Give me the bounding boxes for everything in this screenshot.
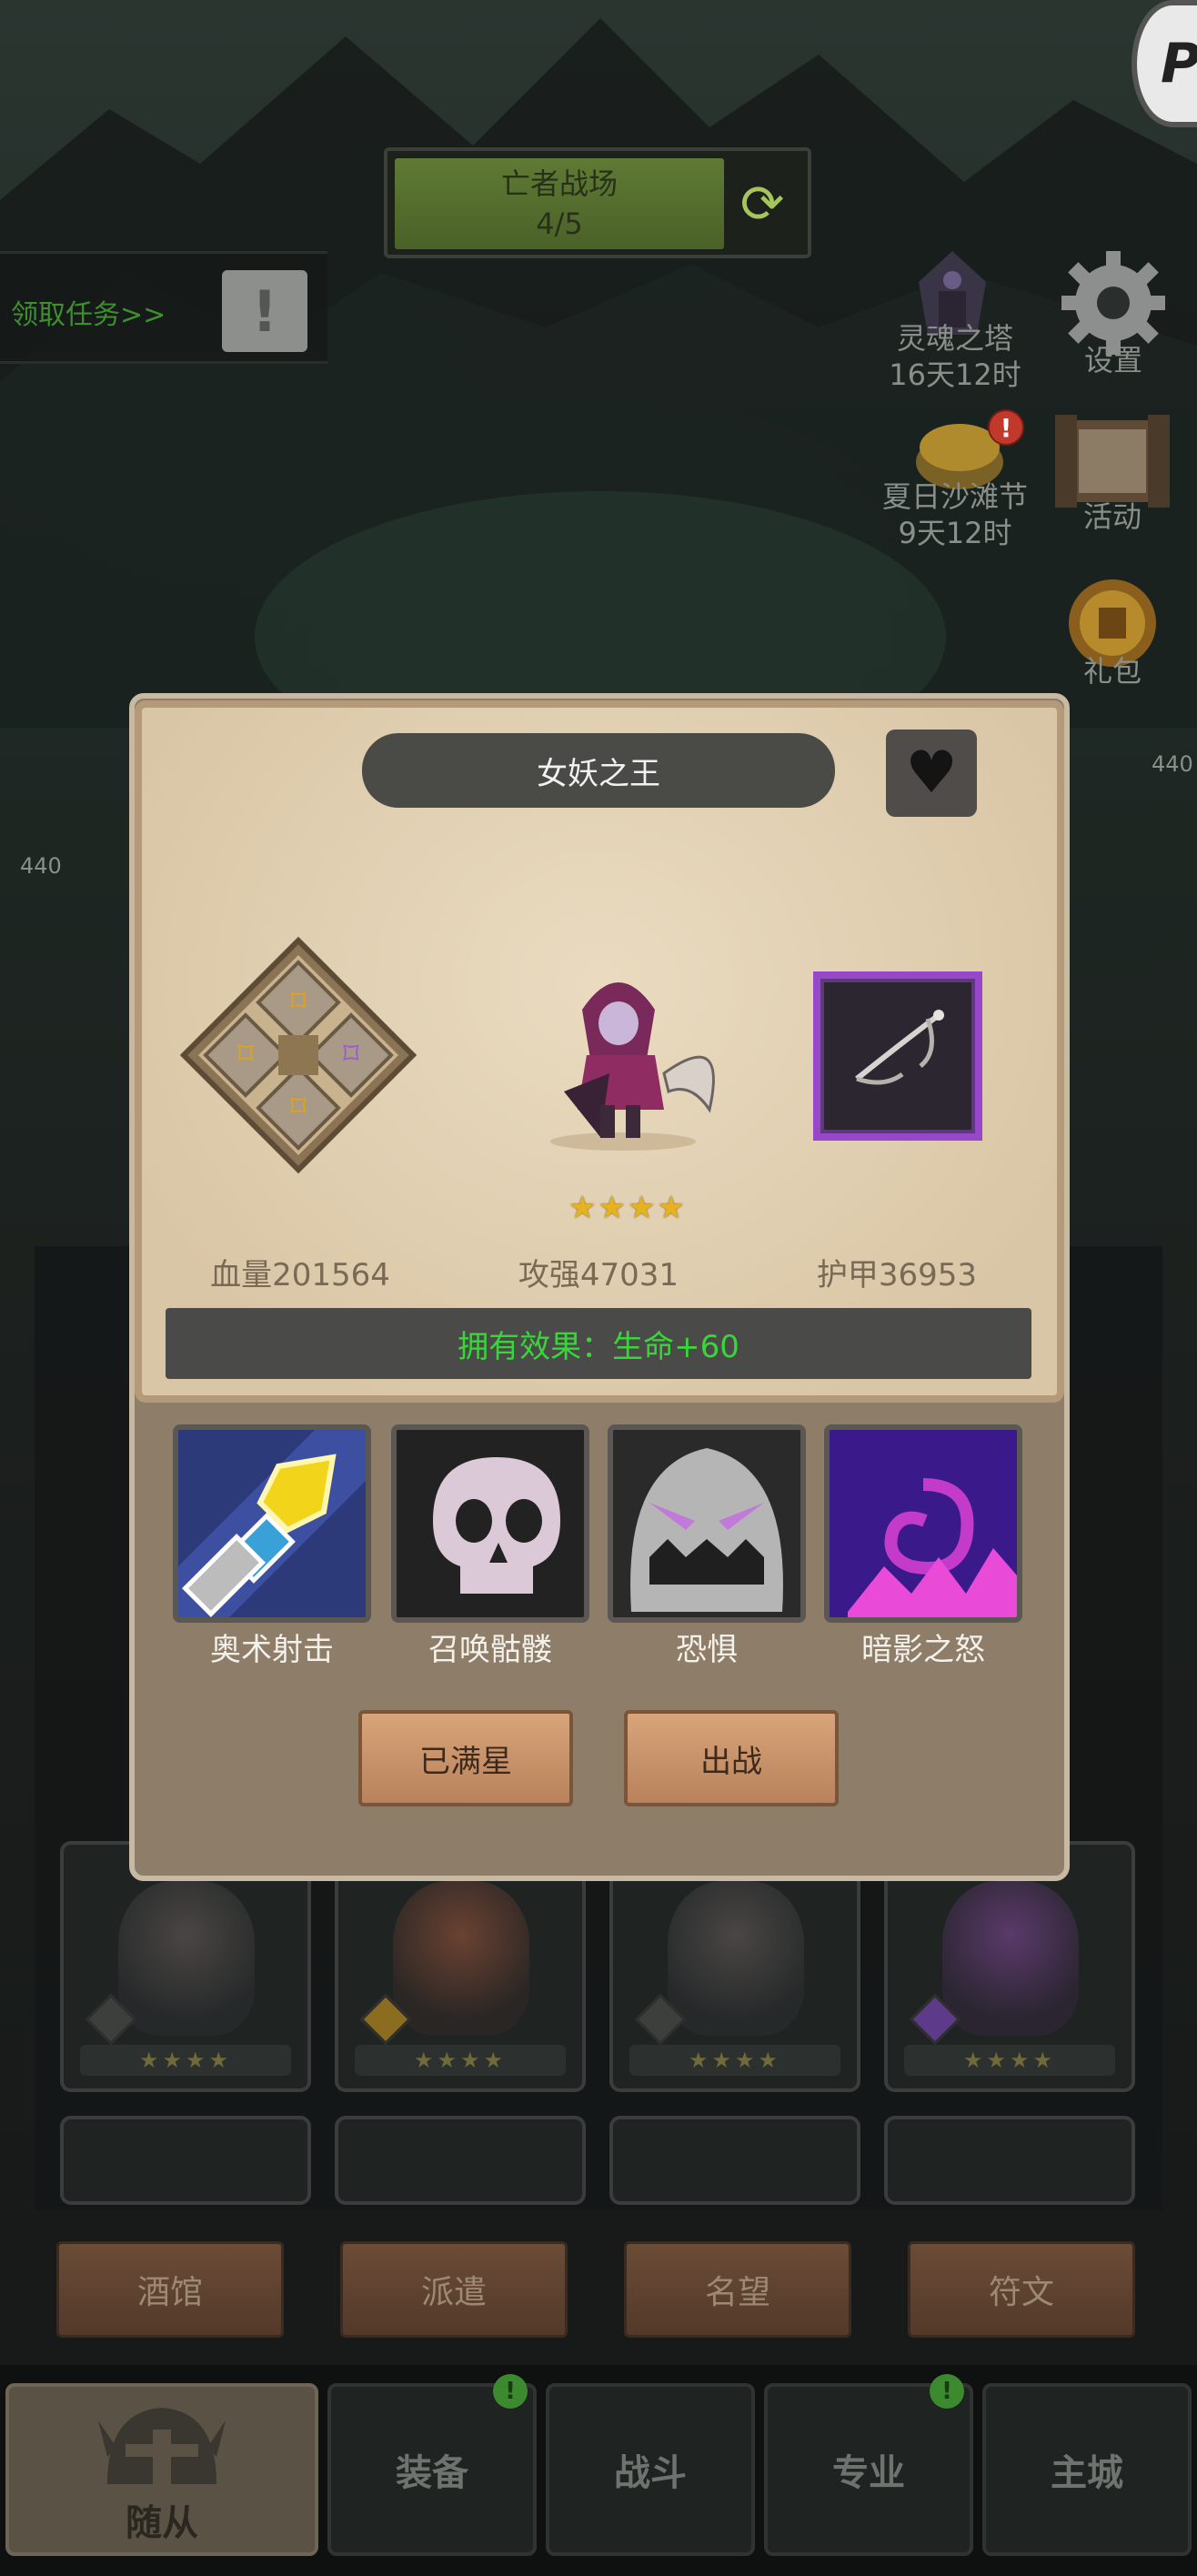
rune-slots[interactable]: ⌑ ⌑ ⌑ ⌑: [178, 935, 418, 1175]
quest-strip[interactable]: 领取任务>> !: [0, 251, 327, 364]
beach-festival-timer: 9天12时: [898, 516, 1012, 550]
battlefield-progress: 亡者战场 4/5: [395, 158, 724, 249]
svg-text:⌑: ⌑: [343, 1036, 359, 1072]
hero-card[interactable]: [60, 2116, 311, 2205]
nav-equipment[interactable]: 装备: [327, 2383, 537, 2556]
bow-icon: [855, 1010, 944, 1085]
owned-effect-text: 拥有效果：生命+60: [458, 1328, 739, 1365]
exclamation-icon: !: [222, 270, 307, 352]
owned-effect-bar: 拥有效果：生命+60: [166, 1308, 1031, 1379]
max-star-button[interactable]: 已满星: [358, 1710, 573, 1806]
hero-stars: ★★★★: [629, 2045, 840, 2076]
gift-pack-label[interactable]: 礼包: [1062, 653, 1162, 689]
skill-label-shadow-rage: 暗影之怒: [861, 1632, 985, 1668]
hero-portrait: [550, 982, 715, 1151]
skill-arcane-shot[interactable]: [173, 1424, 371, 1623]
soul-tower-label[interactable]: 灵魂之塔 16天12时: [846, 320, 1064, 393]
quest-link[interactable]: 领取任务>>: [11, 292, 166, 332]
svg-text:⌑: ⌑: [237, 1036, 254, 1072]
beach-festival-label[interactable]: 夏日沙滩节 9天12时: [846, 478, 1064, 551]
hero-star-rating: ★★★★: [568, 1190, 687, 1226]
hero-name: 女妖之王: [537, 755, 660, 792]
nav-followers[interactable]: 随从: [5, 2383, 318, 2556]
skill-label-summon-skeleton: 召唤骷髅: [428, 1632, 552, 1668]
tab-tavern[interactable]: 酒馆: [56, 2241, 284, 2338]
hero-card[interactable]: [609, 2116, 860, 2205]
skill-label-arcane-shot: 奥术射击: [210, 1632, 334, 1668]
staff-icon: [178, 1430, 366, 1617]
nav-battle[interactable]: 战斗: [546, 2383, 755, 2556]
skill-label-fear: 恐惧: [676, 1632, 738, 1668]
stat-armor: 护甲36953: [816, 1257, 978, 1293]
favorite-button[interactable]: ♥: [886, 730, 977, 817]
stat-attack: 攻强47031: [518, 1257, 679, 1293]
hero-stars: ★★★★: [355, 2045, 566, 2076]
hero-stars: ★★★★: [904, 2045, 1115, 2076]
settings-label[interactable]: 设置: [1051, 342, 1175, 378]
nav-main-city[interactable]: 主城: [982, 2383, 1192, 2556]
scroll-icon[interactable]: [1046, 411, 1179, 511]
deploy-button[interactable]: 出战: [624, 1710, 839, 1806]
nav-followers-label: 随从: [126, 2502, 198, 2544]
tab-dispatch[interactable]: 派遣: [340, 2241, 568, 2338]
corner-letter: P: [1161, 32, 1197, 96]
hero-name-plate: 女妖之王: [362, 733, 835, 808]
soul-tower-timer: 16天12时: [889, 357, 1021, 392]
nav-profession[interactable]: 专业: [764, 2383, 973, 2556]
profession-alert-icon: !: [930, 2374, 964, 2409]
beach-festival-title: 夏日沙滩节: [881, 479, 1028, 514]
hero-portrait: [118, 1881, 255, 2036]
hero-portrait: [668, 1881, 804, 2036]
svg-text:⌑: ⌑: [290, 983, 307, 1020]
skill-shadow-rage[interactable]: [824, 1424, 1022, 1623]
hero-card[interactable]: [884, 2116, 1135, 2205]
beach-festival-alert-icon: !: [988, 409, 1024, 446]
shadow-swirl-icon: [830, 1430, 1017, 1617]
hero-portrait: [393, 1881, 529, 2036]
hero-card[interactable]: [335, 2116, 586, 2205]
svg-text:⌑: ⌑: [290, 1089, 307, 1125]
tab-runes[interactable]: 符文: [908, 2241, 1135, 2338]
skill-summon-skeleton[interactable]: [391, 1424, 589, 1623]
fear-mask-icon: [613, 1430, 800, 1617]
bg-level-tag: 440: [20, 853, 62, 879]
heart-icon: ♥: [905, 740, 958, 807]
battlefield-title: 亡者战场: [500, 166, 618, 201]
helmet-icon: [98, 2408, 226, 2484]
skull-icon: [397, 1430, 584, 1617]
stat-hp: 血量201564: [210, 1257, 390, 1293]
soul-tower-title: 灵魂之塔: [896, 321, 1013, 356]
equipment-alert-icon: !: [493, 2374, 528, 2409]
skill-fear[interactable]: [608, 1424, 806, 1623]
weapon-slot[interactable]: [813, 971, 982, 1141]
battlefield-count: 4/5: [536, 206, 583, 241]
hero-stars: ★★★★: [80, 2045, 291, 2076]
hero-portrait: [942, 1881, 1079, 2036]
tab-reputation[interactable]: 名望: [624, 2241, 851, 2338]
swap-icon[interactable]: ⟳: [726, 162, 799, 246]
bg-level-tag: 440: [1152, 751, 1193, 777]
battlefield-banner[interactable]: 亡者战场 4/5 ⟳: [384, 147, 811, 258]
activity-label[interactable]: 活动: [1046, 498, 1179, 535]
